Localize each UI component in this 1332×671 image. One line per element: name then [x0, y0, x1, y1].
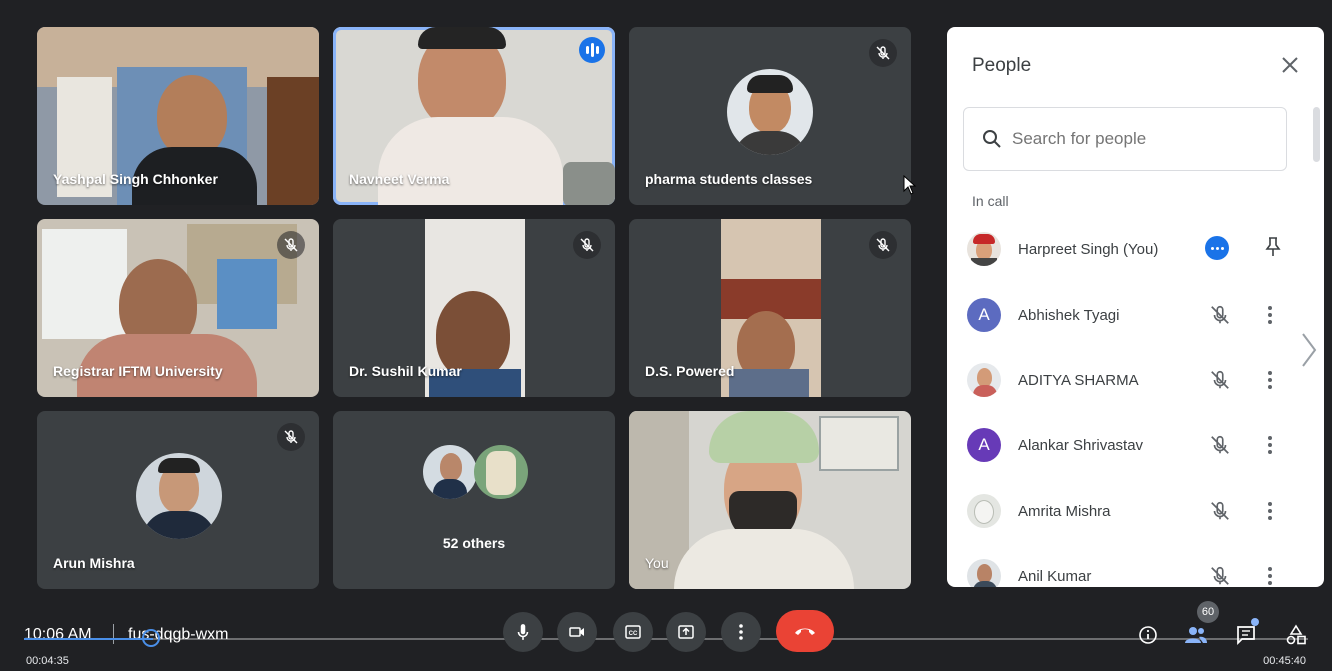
participant-name: Registrar IFTM University — [53, 363, 223, 379]
participant-tile[interactable]: Registrar IFTM University — [37, 219, 319, 397]
people-panel: People In call Harpreet Singh (You) A Ab… — [947, 27, 1324, 587]
avatar — [967, 494, 1001, 528]
people-icon — [1185, 627, 1207, 643]
section-label: In call — [972, 193, 1009, 209]
list-item[interactable]: A Alankar Shrivastav — [947, 426, 1297, 466]
camera-button[interactable] — [557, 612, 597, 652]
end-call-button[interactable] — [776, 610, 834, 652]
avatar — [967, 363, 1001, 397]
mic-off-icon — [869, 231, 897, 259]
more-options-button[interactable] — [721, 612, 761, 652]
more-vert-icon[interactable] — [1267, 434, 1273, 456]
more-vert-icon[interactable] — [1267, 304, 1273, 326]
person-name: ADITYA SHARMA — [1018, 372, 1139, 389]
camera-icon — [569, 627, 584, 637]
person-name: Alankar Shrivastav — [1018, 437, 1144, 454]
mic-off-icon — [277, 231, 305, 259]
list-item[interactable]: Harpreet Singh (You) — [947, 230, 1297, 270]
progress-fill — [24, 638, 153, 640]
activities-icon — [1286, 624, 1306, 645]
video-progress-bar[interactable] — [24, 638, 1308, 640]
others-tile[interactable]: 52 others — [333, 411, 615, 589]
avatar: A — [967, 298, 1001, 332]
mic-off-icon — [1211, 501, 1229, 520]
total-duration: 00:45:40 — [1263, 655, 1306, 667]
mic-off-icon — [277, 423, 305, 451]
svg-text:CC: CC — [629, 631, 638, 637]
present-button[interactable] — [666, 612, 706, 652]
participant-name: pharma students classes — [645, 171, 813, 187]
more-actions-icon[interactable] — [1205, 236, 1229, 260]
avatar — [136, 453, 222, 539]
person-name: Anil Kumar — [1018, 568, 1092, 585]
pin-icon[interactable] — [1264, 236, 1282, 258]
participant-name: Arun Mishra — [53, 555, 135, 571]
more-vert-icon[interactable] — [1267, 565, 1273, 587]
close-icon[interactable] — [1278, 53, 1302, 77]
participant-count-badge: 60 — [1197, 601, 1219, 623]
mic-off-icon — [1211, 435, 1229, 454]
participant-name: You — [645, 555, 669, 571]
people-button[interactable] — [1183, 622, 1209, 648]
search-people-box[interactable] — [963, 107, 1287, 171]
participant-name: Navneet Verma — [349, 171, 450, 187]
clock-time: 10:06 AM — [24, 626, 92, 643]
avatar: A — [967, 428, 1001, 462]
more-options-icon — [739, 624, 743, 640]
participant-name: Dr. Sushil Kumar — [349, 363, 462, 379]
participant-tile[interactable]: D.S. Powered — [629, 219, 911, 397]
chevron-right-icon[interactable] — [1300, 330, 1318, 370]
end-call-icon — [795, 628, 815, 635]
avatar — [967, 559, 1001, 587]
others-count-label: 52 others — [442, 535, 506, 551]
present-icon — [678, 625, 694, 639]
captions-button[interactable]: CC — [613, 612, 653, 652]
person-name: Harpreet Singh (You) — [1018, 241, 1159, 258]
participant-tile[interactable]: Yashpal Singh Chhonker — [37, 27, 319, 205]
person-name: Amrita Mishra — [1018, 503, 1111, 520]
mic-off-icon — [573, 231, 601, 259]
info-button[interactable] — [1135, 622, 1161, 648]
more-vert-icon[interactable] — [1267, 369, 1273, 391]
bottom-control-bar: 10:06 AM fus-dqgb-wxm 00:04:35 00:45:40 … — [0, 600, 1332, 671]
chat-icon — [1237, 626, 1255, 646]
mic-icon — [517, 624, 529, 640]
mic-off-icon — [1211, 305, 1229, 324]
divider — [113, 624, 114, 644]
avatar — [727, 69, 813, 155]
avatar — [423, 445, 477, 499]
participant-tile-active-speaker[interactable]: Navneet Verma — [333, 27, 615, 205]
mic-off-icon — [1211, 566, 1229, 585]
scrollbar[interactable] — [1313, 107, 1320, 162]
mic-off-icon — [1211, 370, 1229, 389]
panel-title: People — [972, 55, 1032, 76]
meet-window: Yashpal Singh Chhonker Navneet Verma pha… — [0, 0, 1332, 671]
activities-button[interactable] — [1283, 622, 1309, 648]
participant-name: Yashpal Singh Chhonker — [53, 171, 218, 187]
list-item[interactable]: A Abhishek Tyagi — [947, 296, 1297, 336]
participant-tile[interactable]: pharma students classes — [629, 27, 911, 205]
unread-dot-icon — [1251, 618, 1259, 626]
mic-off-icon — [869, 39, 897, 67]
mic-button[interactable] — [503, 612, 543, 652]
avatar — [474, 445, 528, 499]
self-view-tile[interactable]: You — [629, 411, 911, 589]
list-item[interactable]: ADITYA SHARMA — [947, 361, 1297, 401]
participant-name: D.S. Powered — [645, 363, 735, 379]
elapsed-time: 00:04:35 — [26, 655, 69, 667]
search-people-input[interactable] — [1012, 126, 1272, 152]
list-item[interactable]: Amrita Mishra — [947, 492, 1297, 532]
speaking-indicator-icon — [579, 37, 605, 63]
mouse-cursor-icon — [903, 175, 917, 195]
progress-scrubber-handle[interactable] — [142, 629, 160, 647]
captions-icon: CC — [625, 625, 641, 639]
more-vert-icon[interactable] — [1267, 500, 1273, 522]
person-name: Abhishek Tyagi — [1018, 307, 1120, 324]
search-icon — [983, 130, 1001, 148]
list-item[interactable]: Anil Kumar — [947, 557, 1297, 587]
avatar — [967, 232, 1001, 266]
info-icon — [1139, 626, 1157, 644]
participant-tile[interactable]: Dr. Sushil Kumar — [333, 219, 615, 397]
participant-tile[interactable]: Arun Mishra — [37, 411, 319, 589]
